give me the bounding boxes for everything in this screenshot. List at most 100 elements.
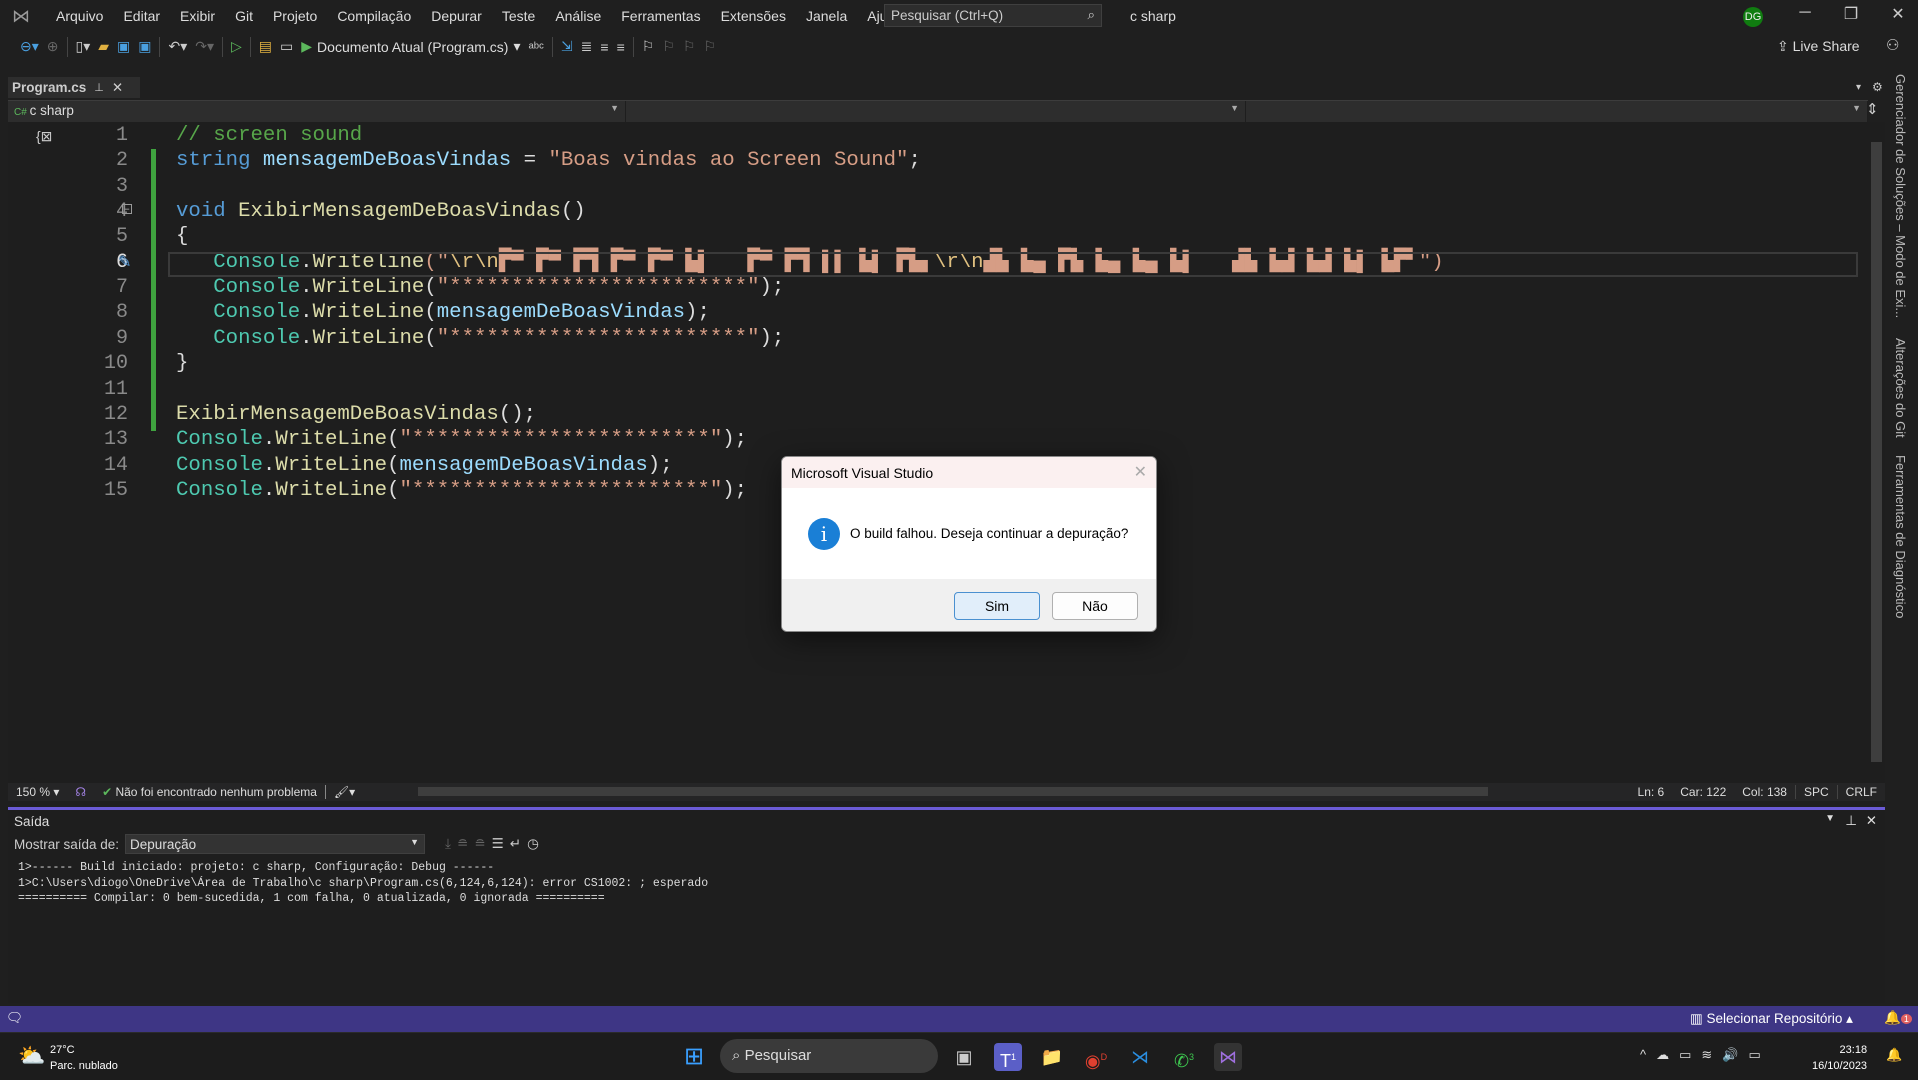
menu-exibir[interactable]: Exibir — [170, 8, 225, 24]
menu-projeto[interactable]: Projeto — [263, 8, 327, 24]
menu-arquivo[interactable]: Arquivo — [46, 8, 113, 24]
copilot-icon[interactable]: ☊ — [67, 785, 94, 799]
close-icon[interactable]: ✕ — [1866, 813, 1877, 829]
menu-análise[interactable]: Análise — [545, 8, 611, 24]
yes-button[interactable]: Sim — [954, 592, 1040, 620]
notifications-icon[interactable]: 🔔 1 — [1884, 1010, 1912, 1026]
find-in-files-icon[interactable]: ▤ — [259, 38, 272, 55]
tab-program-cs[interactable]: Program.cs ⊥ ✕ — [8, 77, 140, 98]
forward-icon[interactable]: ⊕ — [47, 38, 59, 55]
solution-explorer-tab[interactable]: Gerenciador de Soluções – Modo de Exi... — [1893, 74, 1908, 318]
system-tray-icons[interactable]: ^☁▭≋🔊▭ — [1640, 1047, 1771, 1063]
avatar[interactable]: DG — [1743, 7, 1763, 27]
menu-janela[interactable]: Janela — [796, 8, 857, 24]
spell-check-icon[interactable]: ᵃᵇᶜ — [528, 39, 543, 55]
notification-bell-icon[interactable]: 🔔 — [1886, 1047, 1902, 1063]
quick-action-icon[interactable]: ✎ — [118, 252, 131, 272]
vscode-icon[interactable]: ⋊ — [1126, 1043, 1154, 1071]
run-button[interactable]: ▶ Documento Atual (Program.cs) ▾ — [301, 38, 520, 55]
open-icon[interactable]: ▰ — [98, 38, 109, 55]
teams-icon[interactable]: T1 — [994, 1043, 1022, 1071]
code-line[interactable]: Console.WriteLine("*********************… — [176, 326, 784, 351]
save-all-icon[interactable]: ▣ — [138, 38, 151, 55]
code-line[interactable]: Console.WriteLine("*********************… — [176, 478, 747, 503]
code-line[interactable]: Console.WriteLine(mensagemDeBoasVindas); — [176, 300, 710, 325]
format-icon[interactable]: ≣ — [581, 38, 593, 55]
code-line[interactable]: void ExibirMensagemDeBoasVindas() — [176, 199, 586, 224]
visual-studio-icon[interactable]: ⋈ — [1214, 1043, 1242, 1071]
start-without-debug-icon[interactable]: ▷ — [231, 38, 242, 55]
menu-ferramentas[interactable]: Ferramentas — [611, 8, 710, 24]
code-line[interactable]: ExibirMensagemDeBoasVindas(); — [176, 402, 536, 427]
select-repository-button[interactable]: ▥ Selecionar Repositório ▴ — [1690, 1011, 1853, 1027]
project-dropdown[interactable]: C# c sharp ▼ — [8, 101, 626, 122]
file-explorer-icon[interactable]: 📁 — [1038, 1043, 1066, 1071]
clock[interactable]: 23:18 16/10/2023 — [1812, 1042, 1867, 1074]
back-icon[interactable]: ⊖▾ — [20, 38, 39, 55]
next-bookmark-icon[interactable]: ⚐ — [683, 38, 696, 55]
output-source-dropdown[interactable]: Depuração ▼ — [125, 834, 426, 854]
code-line[interactable]: // screen sound — [176, 123, 362, 148]
taskbar-search[interactable]: ⌕ Pesquisar — [720, 1039, 938, 1073]
find-message-icon[interactable]: ⤓ — [445, 836, 451, 852]
save-icon[interactable]: ▣ — [117, 38, 130, 55]
split-icon[interactable]: ⇕ — [1866, 100, 1879, 118]
minimize-icon[interactable]: ─ — [1785, 4, 1825, 22]
feedback-icon[interactable]: ⚇ — [1886, 36, 1899, 54]
chevron-down-icon[interactable]: ▼ — [1825, 813, 1835, 824]
whatsapp-icon[interactable]: ✆3 — [1170, 1043, 1198, 1071]
next-message-icon[interactable]: ≘ — [474, 836, 485, 852]
indent-icon[interactable]: ≡ — [600, 39, 608, 55]
issues-indicator[interactable]: ✔ Não foi encontrado nenhum problema — [94, 785, 325, 799]
timestamp-icon[interactable]: ◷ — [527, 836, 539, 852]
redo-icon[interactable]: ↷▾ — [195, 38, 214, 55]
step-icon[interactable]: ⇲ — [561, 38, 573, 55]
code-editor[interactable]: {⊠ 1 // screen sound 2 string mensagemDeBoa… — [8, 122, 1868, 783]
code-line[interactable]: { — [176, 224, 188, 249]
cleanup-icon[interactable]: 🖌▾ — [324, 785, 363, 799]
clear-bookmarks-icon[interactable]: ⚐ — [703, 38, 716, 55]
prev-message-icon[interactable]: ≘ — [457, 836, 468, 852]
menu-editar[interactable]: Editar — [113, 8, 170, 24]
menu-git[interactable]: Git — [225, 8, 263, 24]
new-project-icon[interactable]: ▯▾ — [76, 38, 91, 55]
prev-bookmark-icon[interactable]: ⚐ — [662, 38, 675, 55]
code-line[interactable]: Console.WriteLine("*********************… — [176, 275, 784, 300]
line-ending[interactable]: CRLF — [1836, 785, 1885, 799]
weather-widget[interactable]: 27°C Parc. nublado — [50, 1042, 118, 1074]
undo-icon[interactable]: ↶▾ — [168, 38, 187, 55]
type-dropdown[interactable]: ▼ — [626, 101, 1246, 122]
no-button[interactable]: Não — [1052, 592, 1138, 620]
live-share-button[interactable]: ⇪ Live Share — [1777, 38, 1860, 55]
dialog-close-icon[interactable]: ✕ — [1134, 462, 1147, 482]
horizontal-scrollbar[interactable] — [418, 787, 1488, 796]
output-icon[interactable]: 🗨 — [6, 1010, 23, 1026]
word-wrap-icon[interactable]: ↵ — [510, 836, 521, 852]
weather-icon[interactable]: ⛅ — [18, 1043, 45, 1069]
member-dropdown[interactable]: ▼ — [1246, 101, 1868, 122]
whitespace-mode[interactable]: SPC — [1794, 785, 1837, 799]
menu-compilação[interactable]: Compilação — [327, 8, 421, 24]
close-tab-icon[interactable]: ✕ — [112, 80, 123, 96]
windows-start-icon[interactable]: ⊞ — [680, 1043, 708, 1071]
restore-icon[interactable]: ❐ — [1831, 4, 1871, 24]
vertical-scrollbar[interactable] — [1868, 122, 1885, 783]
pin-icon[interactable]: ⊥ — [1845, 813, 1857, 829]
diagnostic-tools-tab[interactable]: Ferramentas de Diagnóstico — [1893, 455, 1908, 618]
code-line[interactable]: } — [176, 351, 188, 376]
search-input[interactable]: Pesquisar (Ctrl+Q) ⌕ — [884, 4, 1102, 27]
code-line[interactable]: Console.WriteLine("*********************… — [176, 427, 747, 452]
bookmark-icon[interactable]: ⚐ — [642, 38, 655, 55]
code-line[interactable]: Console.WriteLine(mensagemDeBoasVindas); — [176, 453, 673, 478]
collapse-icon[interactable]: − — [122, 204, 132, 214]
scrollbar-thumb[interactable] — [1871, 142, 1882, 762]
tab-list-dropdown-icon[interactable]: ▾ — [1856, 82, 1861, 93]
code-line[interactable]: string mensagemDeBoasVindas = "Boas vind… — [176, 148, 921, 173]
git-changes-tab[interactable]: Alterações do Git — [1893, 338, 1908, 438]
zoom-dropdown[interactable]: 150 % ▾ — [8, 785, 67, 799]
menu-teste[interactable]: Teste — [492, 8, 545, 24]
chrome-icon[interactable]: ◉D — [1082, 1043, 1110, 1071]
menu-extensões[interactable]: Extensões — [711, 8, 796, 24]
clear-all-icon[interactable]: ☰ — [492, 836, 504, 852]
outdent-icon[interactable]: ≡ — [617, 39, 625, 55]
